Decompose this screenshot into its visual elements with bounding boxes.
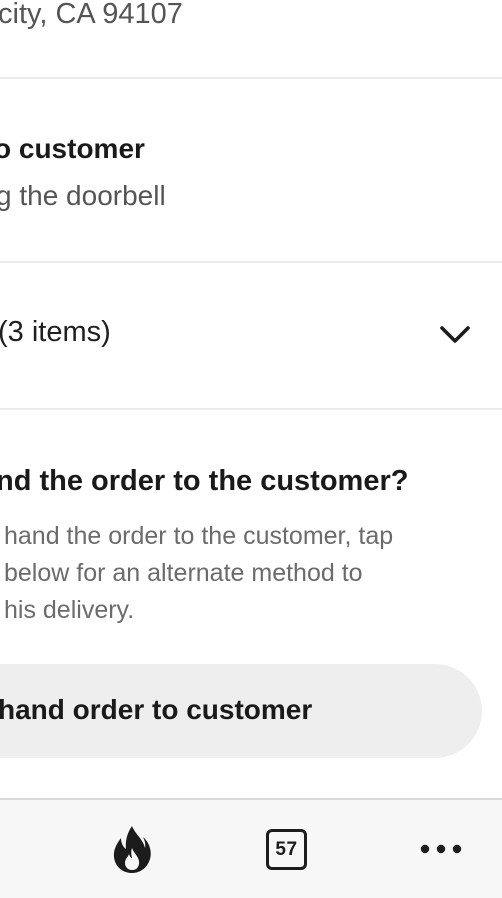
dropoff-instructions-subtitle: g the doorbell xyxy=(0,180,166,211)
handoff-question-body: hand the order to the customer, tap belo… xyxy=(4,518,393,629)
delivery-details-screen: city, CA 94107 o customer g the doorbell… xyxy=(0,0,502,898)
handoff-question-title: nd the order to the customer? xyxy=(0,465,409,497)
chevron-down-icon[interactable] xyxy=(438,322,472,348)
divider xyxy=(0,408,502,410)
alternate-handoff-button-label: hand order to customer xyxy=(0,694,313,725)
dropoff-instructions-section xyxy=(0,79,502,262)
more-horizontal-icon[interactable] xyxy=(420,840,462,858)
handoff-question-body-line: his delivery. xyxy=(4,596,135,624)
counter-badge-value: 57 xyxy=(275,838,298,860)
address-line: city, CA 94107 xyxy=(0,0,183,30)
alternate-handoff-button[interactable]: hand order to customer xyxy=(0,664,482,758)
handoff-question-body-line: below for an alternate method to xyxy=(4,559,363,587)
counter-badge-icon[interactable]: 57 xyxy=(266,829,307,870)
bottom-tab-bar: 57 xyxy=(0,798,502,898)
order-items-label: (3 items) xyxy=(0,316,111,348)
address-section: city, CA 94107 xyxy=(0,0,502,78)
dropoff-instructions-title: o customer xyxy=(0,133,145,164)
handoff-question-body-line: hand the order to the customer, tap xyxy=(4,522,394,550)
flame-icon[interactable] xyxy=(110,824,154,874)
